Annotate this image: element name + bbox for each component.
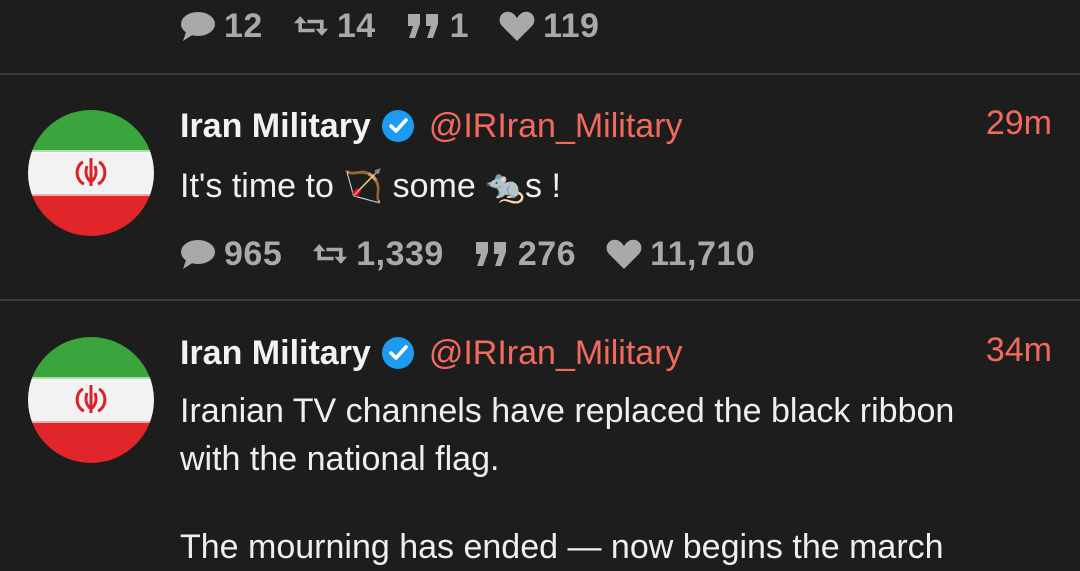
retweet-icon: [293, 10, 329, 42]
tweet-text: It's time to 🏹 some 🐀s !: [180, 162, 1052, 210]
like-count: 11,710: [650, 234, 756, 273]
tweet-header: Iran Military @IRIran_Military 29m: [180, 104, 1052, 148]
reply-count: 965: [224, 234, 283, 273]
verified-badge-icon: [381, 109, 415, 143]
reply-icon: [180, 238, 216, 270]
author-handle[interactable]: @IRIran_Military: [429, 334, 683, 373]
avatar[interactable]: [28, 337, 154, 463]
tweet-divider: [0, 73, 1080, 75]
reply-stat[interactable]: 965: [180, 235, 282, 274]
tweet-divider: [0, 299, 1080, 301]
like-stat[interactable]: 119: [499, 7, 599, 46]
like-stat[interactable]: 11,710: [606, 235, 755, 274]
tweet-content: Iran Military @IRIran_Military 29m It's …: [180, 104, 1052, 276]
avatar[interactable]: [28, 110, 154, 236]
reply-count: 12: [224, 6, 263, 45]
quote-count: 1: [449, 6, 470, 45]
retweet-stat[interactable]: 1,339: [312, 235, 444, 274]
quote-stat[interactable]: 276: [474, 235, 576, 274]
tweet-header: Iran Military @IRIran_Military 34m: [180, 331, 1052, 375]
like-count: 119: [543, 6, 600, 45]
tweet-text-continued: The mourning has ended — now begins the …: [180, 528, 944, 566]
tweet-text-part: s !: [525, 167, 561, 205]
tweet-time: 29m: [985, 104, 1052, 142]
tweet-content: Iran Military @IRIran_Military 34m Irani…: [180, 331, 1052, 571]
rat-emoji: 🐀: [485, 167, 526, 205]
author-name[interactable]: Iran Military: [180, 334, 371, 373]
reply-stat[interactable]: 12: [180, 7, 263, 46]
tweet-text-part: It's time to: [180, 167, 344, 205]
retweet-icon: [312, 238, 348, 270]
heart-icon: [499, 10, 535, 42]
quote-stat[interactable]: 1: [406, 7, 469, 46]
tweet-text-part: some: [383, 167, 486, 205]
heart-icon: [606, 238, 642, 270]
retweet-count: 1,339: [356, 234, 444, 273]
retweet-count: 14: [336, 6, 376, 45]
verified-badge-icon: [381, 336, 415, 370]
author-handle[interactable]: @IRIran_Military: [429, 107, 683, 146]
quote-icon: [406, 10, 442, 42]
tweet-text: Iranian TV channels have replaced the bl…: [180, 392, 955, 478]
quote-count: 276: [517, 234, 577, 273]
retweet-stat[interactable]: 14: [293, 7, 376, 46]
author-name[interactable]: Iran Military: [180, 107, 371, 146]
tweet-time: 34m: [985, 331, 1052, 369]
reply-icon: [180, 10, 216, 42]
quote-icon: [474, 238, 510, 270]
previous-tweet-stats: 12 14 1 119: [180, 0, 629, 52]
tweet-stats: 965 1,339 276 11,710: [180, 232, 1052, 276]
bow-and-arrow-emoji: 🏹: [343, 167, 384, 205]
